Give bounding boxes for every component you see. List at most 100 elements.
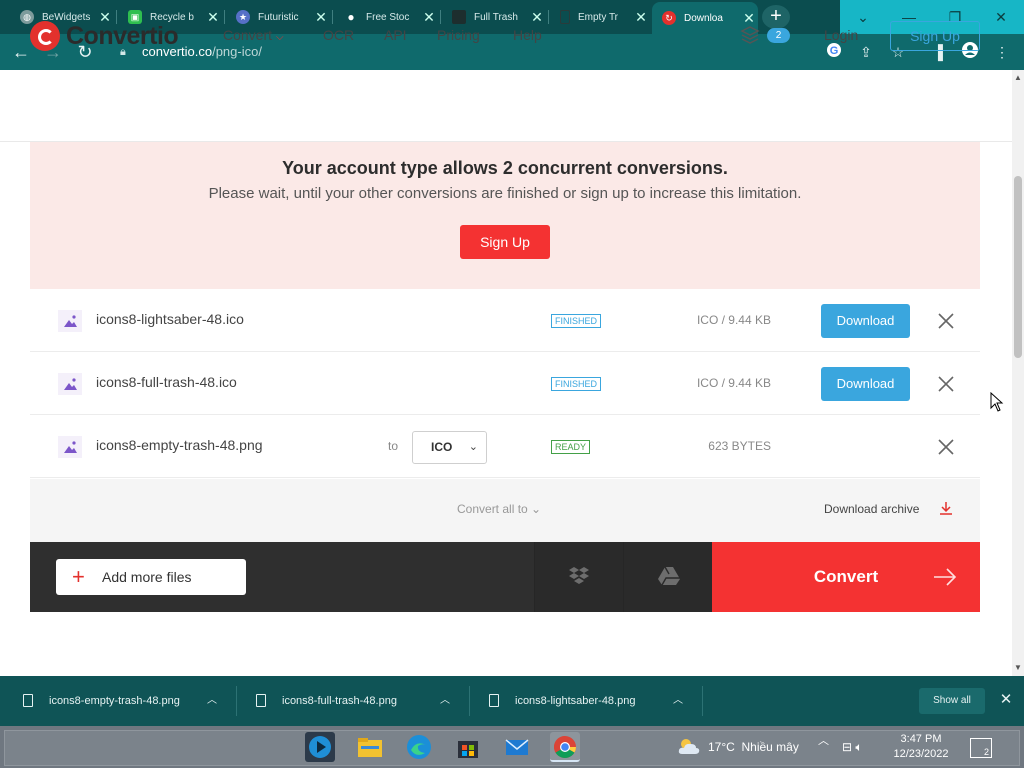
volume-icon[interactable]: 🔈︎ <box>855 740 862 754</box>
edge-browser-icon[interactable] <box>404 732 434 762</box>
file-explorer-icon[interactable] <box>355 732 385 762</box>
nav-api[interactable]: API <box>384 27 407 43</box>
file-size: 623 BYTES <box>708 439 771 453</box>
remove-file-icon[interactable] <box>934 435 958 459</box>
warning-signup-button[interactable]: Sign Up <box>460 225 550 259</box>
download-item[interactable]: icons8-lightsaber-48.png ︿ <box>489 686 689 716</box>
tray-overflow-icon[interactable]: ︿ <box>818 732 829 748</box>
header-signup-button[interactable]: Sign Up <box>890 21 980 51</box>
close-tab-icon[interactable]: ✕ <box>740 10 758 27</box>
url-path: /png-ico/ <box>212 44 262 59</box>
shelf-separator <box>702 686 703 716</box>
tab-separator <box>224 10 225 24</box>
download-item[interactable]: icons8-full-trash-48.png ︿ <box>256 686 456 716</box>
dropbox-button[interactable] <box>534 542 623 612</box>
status-badge: READY <box>551 440 591 454</box>
file-name: icons8-lightsaber-48.ico <box>96 311 244 327</box>
google-drive-icon <box>658 566 680 586</box>
media-player-icon[interactable] <box>305 732 335 762</box>
file-row: icons8-empty-trash-48.png to ICO ⌄ READY … <box>30 415 980 478</box>
scroll-down-icon[interactable]: ▼ <box>1012 662 1024 674</box>
tab-separator <box>332 10 333 24</box>
plus-icon: + <box>72 564 85 589</box>
back-arrow-icon[interactable]: ← <box>10 41 32 63</box>
warning-text: Please wait, until your other conversion… <box>208 185 802 202</box>
convertio-logo-icon <box>30 21 60 51</box>
file-row: icons8-lightsaber-48.ico FINISHED ICO / … <box>30 289 980 352</box>
status-badge: FINISHED <box>551 314 602 328</box>
close-shelf-icon[interactable]: ✕ <box>996 690 1016 710</box>
download-icon[interactable] <box>938 500 954 516</box>
star-icon: ★ <box>236 10 250 24</box>
close-tab-icon[interactable]: ✕ <box>204 9 222 26</box>
to-label: to <box>388 439 399 453</box>
page-scrollbar[interactable] <box>1012 70 1024 676</box>
chevron-up-icon[interactable]: ︿ <box>673 686 683 716</box>
notification-center-icon[interactable]: 2 <box>970 738 992 758</box>
convertio-icon: ↻ <box>662 11 676 25</box>
chevron-down-icon: ⌄ <box>531 502 542 516</box>
nav-help[interactable]: Help <box>513 27 542 43</box>
chevron-up-icon[interactable]: ︿ <box>207 686 217 716</box>
file-row: icons8-full-trash-48.ico FINISHED ICO / … <box>30 352 980 415</box>
file-size: ICO / 9.44 KB <box>696 313 771 327</box>
chrome-icon[interactable] <box>550 732 580 762</box>
image-file-icon <box>58 436 82 458</box>
image-file-icon <box>58 310 82 332</box>
file-icon <box>489 694 499 707</box>
system-clock[interactable]: 3:47 PM 12/23/2022 <box>886 732 956 762</box>
file-name: icons8-full-trash-48.ico <box>96 374 237 390</box>
download-button[interactable]: Download <box>821 367 910 401</box>
close-tab-icon[interactable]: ✕ <box>528 9 546 26</box>
google-icon[interactable]: G <box>824 42 844 62</box>
google-drive-button[interactable] <box>623 542 712 612</box>
dot-icon: ● <box>347 10 355 24</box>
tab-separator <box>440 10 441 24</box>
file-icon <box>23 694 33 707</box>
microsoft-store-icon[interactable] <box>453 732 483 762</box>
convert-all-dropdown[interactable]: Convert all to ⌄ <box>457 502 541 516</box>
close-tab-icon[interactable]: ✕ <box>632 9 650 26</box>
warning-title: Your account type allows 2 concurrent co… <box>282 158 728 178</box>
browser-tab-empty-trash[interactable]: Empty Tr ✕ <box>550 4 650 30</box>
show-all-downloads-button[interactable]: Show all <box>919 688 985 714</box>
nav-ocr[interactable]: OCR <box>323 27 354 43</box>
layers-icon[interactable] <box>740 25 760 45</box>
dark-square-icon <box>452 10 466 24</box>
cloudy-weather-icon[interactable] <box>676 736 702 756</box>
close-tab-icon[interactable]: ✕ <box>420 9 438 26</box>
new-tab-button[interactable]: + <box>762 5 790 29</box>
queue-count-badge: 2 <box>767 28 790 43</box>
status-badge: FINISHED <box>551 377 602 391</box>
tab-separator <box>548 10 549 24</box>
share-icon[interactable]: ⇪ <box>856 42 876 62</box>
download-archive-link[interactable]: Download archive <box>824 502 919 516</box>
file-name: icons8-empty-trash-48.png <box>96 437 263 453</box>
download-button[interactable]: Download <box>821 304 910 338</box>
format-select[interactable]: ICO ⌄ <box>412 431 487 464</box>
shelf-separator <box>469 686 470 716</box>
chevron-up-icon[interactable]: ︿ <box>440 686 450 716</box>
close-window-button[interactable]: ✕ <box>978 0 1024 34</box>
convertio-logo[interactable]: Convertio <box>30 20 179 52</box>
nav-convert[interactable]: Convert ⌵ <box>223 27 284 43</box>
network-icon[interactable]: ⊟ <box>842 740 852 754</box>
login-link[interactable]: Login <box>824 27 858 43</box>
menu-kebab-icon[interactable]: ⋮ <box>992 42 1012 62</box>
scrollbar-thumb[interactable] <box>1014 176 1022 358</box>
add-more-files-button[interactable]: + Add more files <box>56 559 246 595</box>
chevron-down-icon: ⌄ <box>468 441 478 453</box>
mouse-cursor-icon <box>990 392 1004 412</box>
file-icon <box>256 694 266 707</box>
nav-pricing[interactable]: Pricing <box>437 27 480 43</box>
download-item[interactable]: icons8-empty-trash-48.png ︿ <box>23 686 223 716</box>
tray-icons: ⊟ 🔈︎ <box>842 740 863 755</box>
chevron-down-icon: ⌵ <box>276 32 284 43</box>
weather-readout[interactable]: 17°C Nhiều mây <box>708 740 799 754</box>
arrow-right-icon <box>934 568 957 586</box>
close-tab-icon[interactable]: ✕ <box>312 9 330 26</box>
remove-file-icon[interactable] <box>934 309 958 333</box>
remove-file-icon[interactable] <box>934 372 958 396</box>
scroll-up-icon[interactable]: ▲ <box>1012 72 1024 84</box>
mail-icon[interactable] <box>502 732 532 762</box>
